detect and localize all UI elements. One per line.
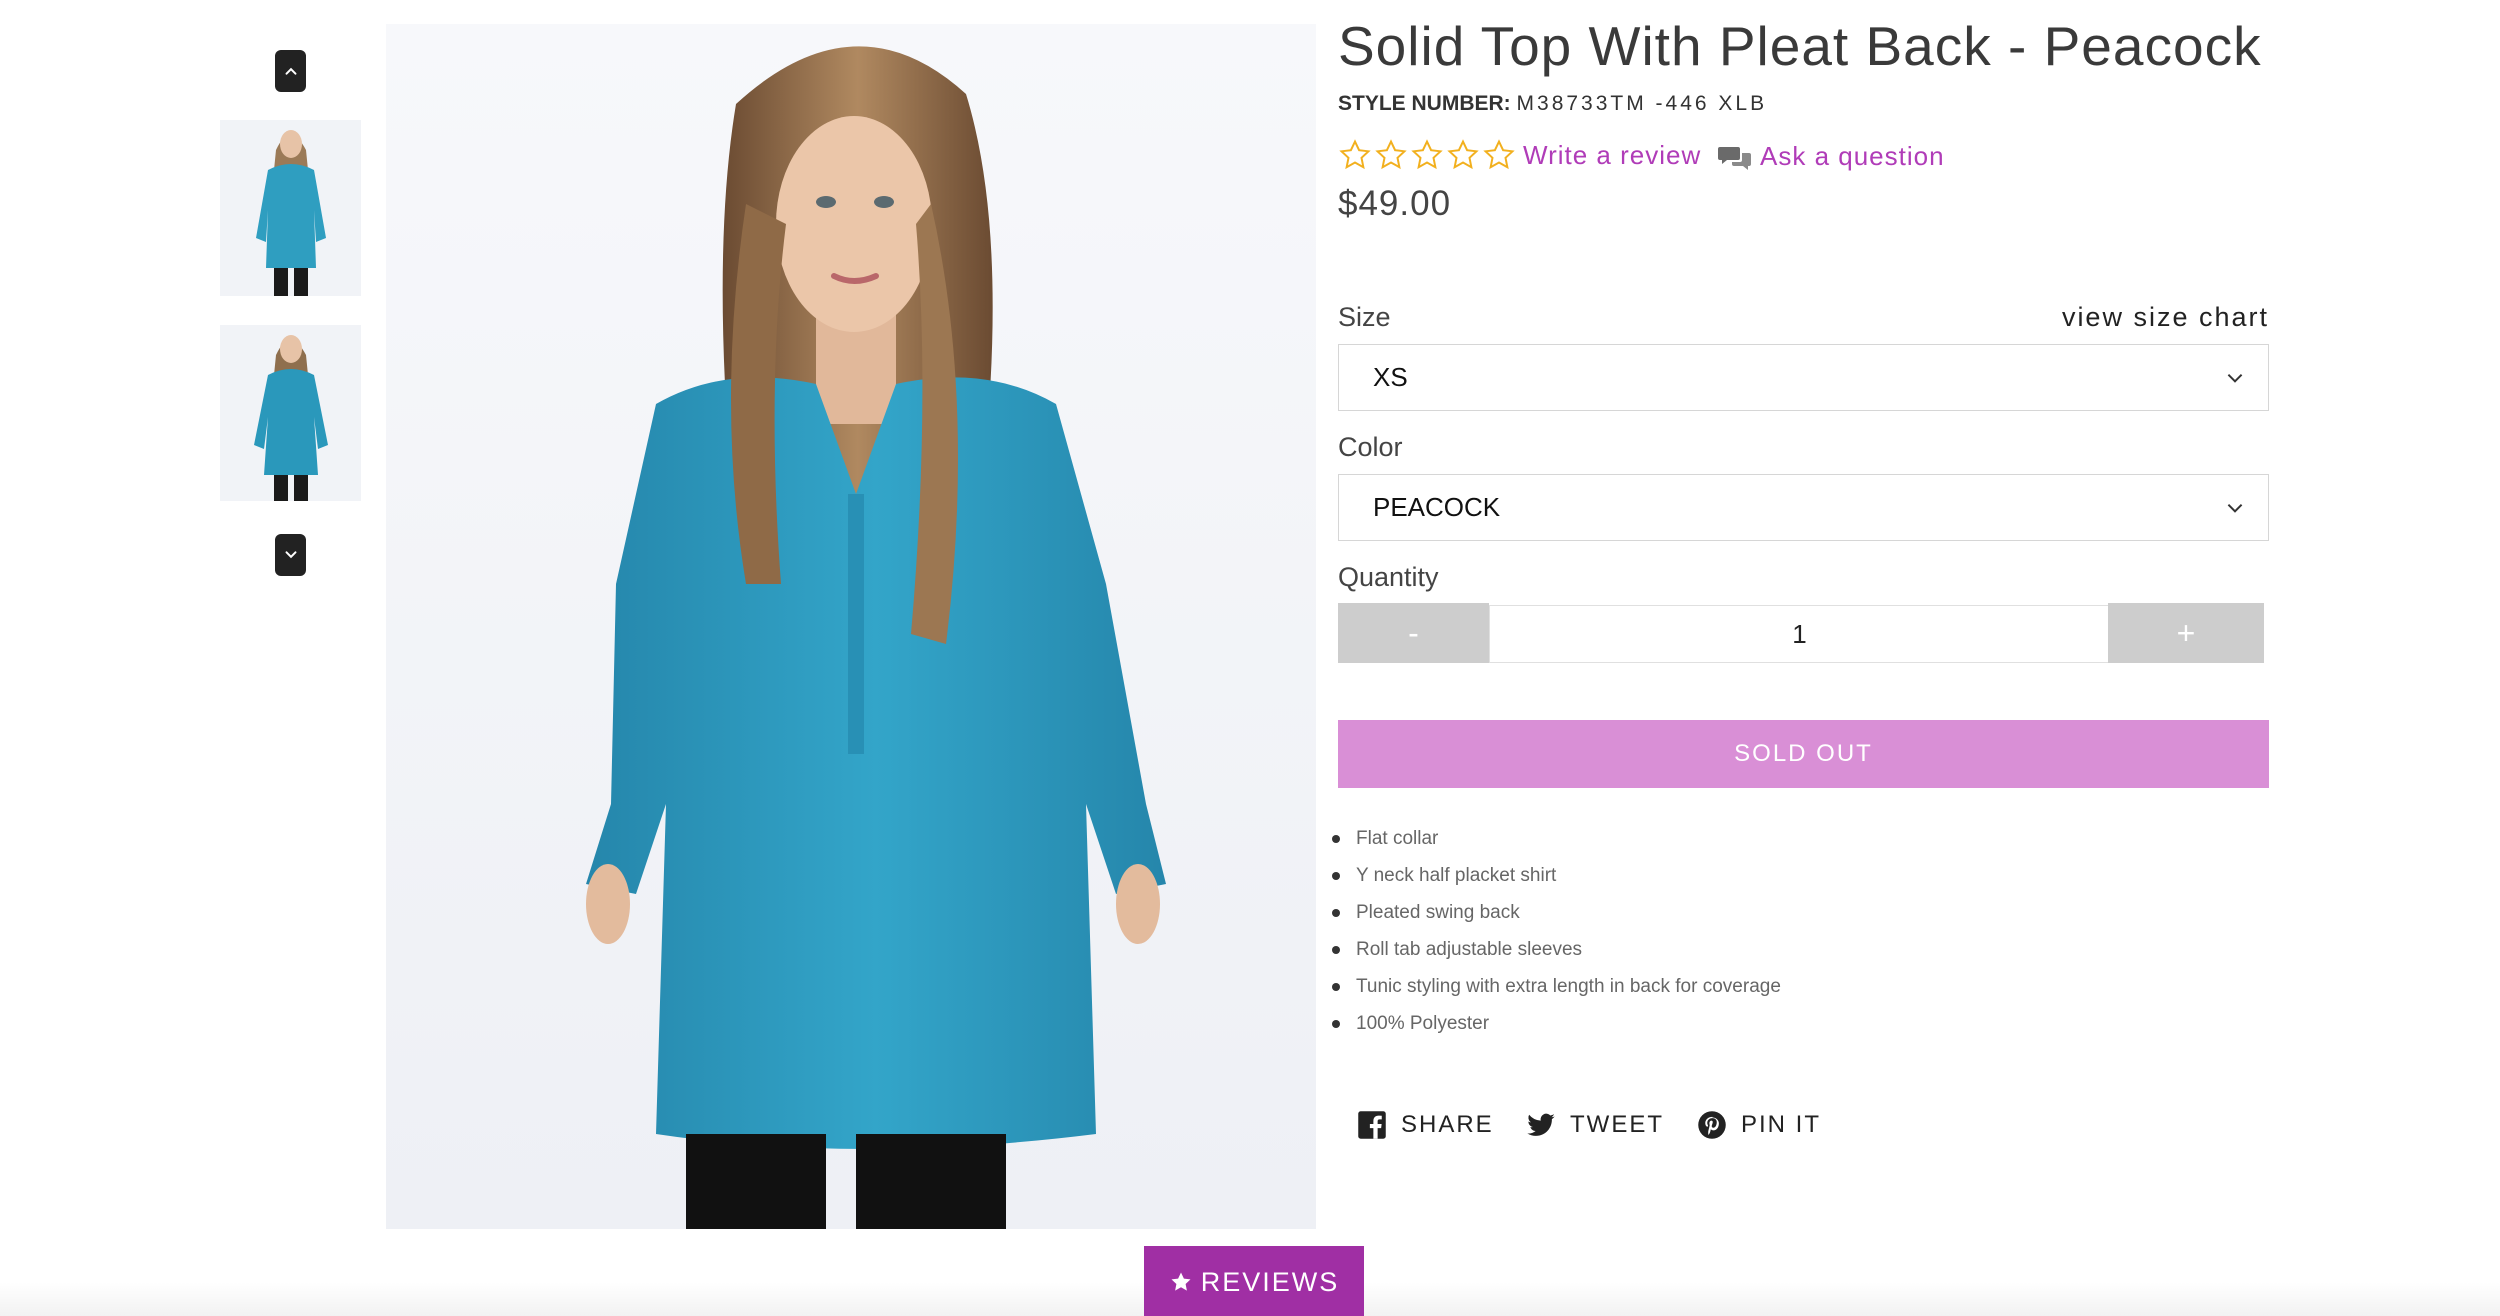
- feature-list: Flat collar Y neck half placket shirt Pl…: [1330, 826, 1781, 1048]
- product-price: $49.00: [1338, 184, 1452, 223]
- thumbnail-2[interactable]: [220, 325, 361, 501]
- model-front-thumbnail: [220, 120, 361, 296]
- share-pinterest-label: PIN IT: [1741, 1111, 1822, 1138]
- share-facebook-label: SHARE: [1401, 1111, 1494, 1138]
- style-number: STYLE NUMBER: M38733TM -446 XLB: [1338, 92, 1767, 116]
- reviews-tab-button[interactable]: REVIEWS: [1144, 1246, 1364, 1316]
- chevron-down-icon: [2227, 503, 2243, 513]
- quantity-increase-button[interactable]: +: [2108, 603, 2264, 663]
- share-pinterest-button[interactable]: PIN IT: [1697, 1110, 1821, 1140]
- model-photo: [386, 24, 1316, 1229]
- size-select[interactable]: XS: [1338, 344, 2269, 411]
- color-selected-value: PEACOCK: [1373, 492, 1501, 522]
- write-review-link[interactable]: Write a review: [1523, 140, 1701, 171]
- color-label: Color: [1338, 432, 1403, 462]
- ask-question-link[interactable]: Ask a question: [1760, 141, 1945, 172]
- share-twitter-label: TWEET: [1570, 1111, 1664, 1138]
- style-number-label: STYLE NUMBER:: [1338, 92, 1511, 115]
- size-selected-value: XS: [1373, 362, 1408, 392]
- list-item: Roll tab adjustable sleeves: [1330, 937, 1781, 974]
- facebook-icon: [1358, 1111, 1386, 1139]
- list-item: Flat collar: [1330, 826, 1781, 863]
- star-icon: [1171, 1272, 1191, 1291]
- quantity-decrease-button[interactable]: -: [1338, 603, 1489, 663]
- view-size-chart-link[interactable]: view size chart: [2062, 302, 2269, 333]
- chevron-up-icon: [285, 67, 296, 75]
- star-outline-icon: [1447, 139, 1479, 170]
- star-outline-icon: [1483, 139, 1515, 170]
- thumbnail-scroll-up-button[interactable]: [275, 50, 306, 92]
- color-select[interactable]: PEACOCK: [1338, 474, 2269, 541]
- style-number-value: M38733TM -446 XLB: [1516, 92, 1768, 115]
- twitter-icon: [1527, 1113, 1555, 1136]
- star-outline-icon: [1375, 139, 1407, 170]
- reviews-tab-label: REVIEWS: [1200, 1266, 1340, 1297]
- star-outline-icon: [1339, 139, 1371, 170]
- quantity-input[interactable]: 1: [1489, 605, 2110, 663]
- chat-bubbles-icon: [1718, 147, 1751, 170]
- quantity-label: Quantity: [1338, 562, 1439, 592]
- star-outline-icon: [1411, 139, 1443, 170]
- model-front-alt-thumbnail: [220, 325, 361, 501]
- list-item: Tunic styling with extra length in back …: [1330, 974, 1781, 1011]
- share-facebook-button[interactable]: SHARE: [1357, 1110, 1494, 1140]
- rating-stars[interactable]: [1338, 138, 1516, 172]
- thumbnail-1[interactable]: [220, 120, 361, 296]
- product-title: Solid Top With Pleat Back - Peacock: [1338, 15, 2262, 77]
- list-item: Pleated swing back: [1330, 900, 1781, 937]
- chevron-down-icon: [2227, 373, 2243, 383]
- list-item: 100% Polyester: [1330, 1011, 1781, 1048]
- list-item: Y neck half placket shirt: [1330, 863, 1781, 900]
- sold-out-button[interactable]: SOLD OUT: [1338, 720, 2269, 788]
- size-label: Size: [1338, 302, 1391, 332]
- share-twitter-button[interactable]: TWEET: [1526, 1110, 1664, 1140]
- main-product-image[interactable]: [386, 24, 1316, 1229]
- thumbnail-scroll-down-button[interactable]: [275, 534, 306, 576]
- chevron-down-icon: [285, 551, 296, 559]
- pinterest-icon: [1698, 1111, 1726, 1139]
